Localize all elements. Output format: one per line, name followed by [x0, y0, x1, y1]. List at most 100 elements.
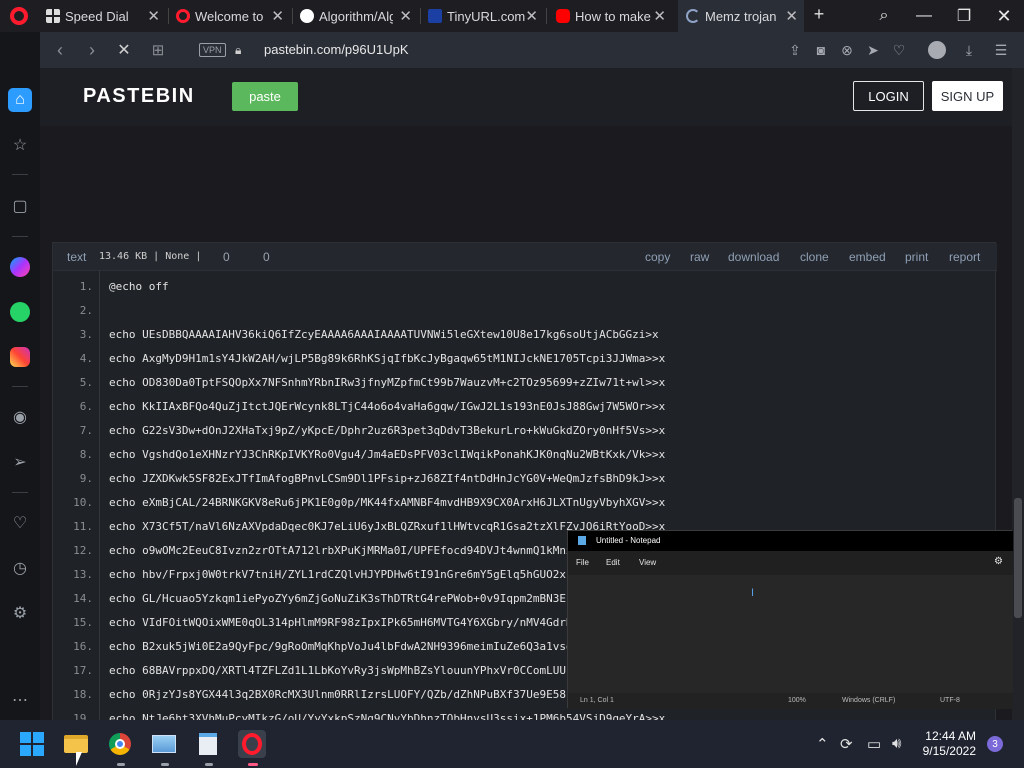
messenger-icon[interactable]: [8, 255, 32, 279]
signup-button[interactable]: SIGN UP: [932, 81, 1003, 111]
opera-taskbar-icon[interactable]: [238, 730, 266, 758]
history-icon[interactable]: ◷: [8, 556, 32, 580]
settings-icon[interactable]: ⚙: [994, 556, 1003, 567]
adblock-icon[interactable]: ⊗: [838, 41, 856, 59]
grid-icon: [46, 9, 60, 23]
report-link[interactable]: report: [949, 250, 980, 264]
heart-icon[interactable]: ♡: [890, 41, 908, 59]
send-icon[interactable]: ➤: [864, 41, 882, 59]
notepad-taskbar-icon[interactable]: [194, 730, 222, 758]
url-field[interactable]: pastebin.com/p96U1UpK: [264, 42, 409, 57]
player-icon[interactable]: ◉: [8, 405, 32, 429]
code-line: 9. echo JZXDKwk5SF82ExJTfImAfogBPnvLCSm9D…: [53, 467, 997, 491]
line-code: echo 0RjzYJs8YGX44l3q2BX0RcMX3Ulnm0RRlIz…: [109, 688, 566, 701]
camera-icon[interactable]: ◙: [812, 41, 830, 59]
paste-button[interactable]: paste: [232, 82, 298, 111]
menu-edit[interactable]: Edit: [606, 558, 620, 567]
syntax-link[interactable]: text: [67, 250, 86, 264]
tab-speed-dial[interactable]: Speed Dial ✕: [46, 0, 166, 32]
menu-view[interactable]: View: [639, 558, 656, 567]
close-icon[interactable]: ✕: [271, 7, 284, 25]
scrollbar-thumb[interactable]: [1014, 498, 1022, 618]
code-line: 7. echo G22sV3Dw+dOnJ2XHaTxj9pZ/yKpcE/Dph…: [53, 419, 997, 443]
page-scrollbar[interactable]: [1012, 68, 1024, 720]
shopping-bag-icon[interactable]: ▢: [8, 194, 32, 218]
heart-icon[interactable]: ♡: [8, 511, 32, 535]
chrome-icon[interactable]: [106, 730, 134, 758]
close-icon[interactable]: ✕: [785, 7, 798, 25]
like-count[interactable]: 0: [223, 250, 230, 264]
line-number: 14.: [73, 592, 93, 605]
volume-icon[interactable]: 🔊︎: [892, 735, 901, 752]
line-number: 19.: [73, 712, 93, 720]
back-button[interactable]: ‹: [48, 38, 72, 62]
notepad-window[interactable]: Untitled - Notepad File Edit View ⚙ I Ln…: [567, 530, 1013, 709]
notepad-text-area[interactable]: I: [568, 575, 1013, 693]
pastebin-logo[interactable]: PASTEBIN: [83, 85, 195, 108]
notepad-titlebar[interactable]: Untitled - Notepad: [568, 531, 1013, 551]
close-window-button[interactable]: ✕: [984, 0, 1024, 32]
login-button[interactable]: LOGIN: [853, 81, 924, 111]
tabs-overview-icon[interactable]: ⊞: [146, 38, 170, 62]
line-number: 16.: [73, 640, 93, 653]
browser-tab-bar: Speed Dial ✕ Welcome to Opera ✕ Algorith…: [0, 0, 1024, 32]
settings-icon[interactable]: ⚙: [8, 601, 32, 625]
line-code: echo VgshdQo1eXHNzrYJ3ChRKpIVKYRo0Vgu4/J…: [109, 448, 666, 461]
line-number: 9.: [79, 472, 93, 485]
close-icon[interactable]: ✕: [399, 7, 412, 25]
chevron-up-icon[interactable]: ⌃: [816, 735, 829, 753]
line-number: 11.: [73, 520, 93, 533]
line-code: echo NtJe6ht3XVhMuPcyMIkzG/oU/YyYxkpSzNg…: [109, 712, 666, 720]
tab-label: How to make: [575, 8, 651, 24]
line-code: echo JZXDKwk5SF82ExJTfImAfogBPnvLCSm9Dl1…: [109, 472, 666, 485]
profile-avatar[interactable]: [928, 41, 946, 59]
embed-link[interactable]: embed: [849, 250, 886, 264]
vpn-badge[interactable]: VPN: [199, 43, 226, 57]
menu-file[interactable]: File: [576, 558, 589, 567]
zoom-level: 100%: [788, 697, 806, 704]
tab-memz-trojan[interactable]: Memz trojan ✕: [678, 0, 804, 32]
more-icon[interactable]: ⋯: [8, 688, 32, 712]
windows-taskbar: ⌃ ⟳ ▭ 🔊︎ 12:44 AM 9/15/2022 3: [0, 720, 1024, 768]
whatsapp-icon[interactable]: [8, 300, 32, 324]
tab-youtube[interactable]: How to make ✕: [556, 0, 672, 32]
system-clock[interactable]: 12:44 AM 9/15/2022: [916, 729, 976, 759]
download-link[interactable]: download: [728, 250, 779, 264]
clock-time: 12:44 AM: [925, 729, 976, 743]
send-icon[interactable]: ➢: [8, 450, 32, 474]
sync-icon[interactable]: ⟳: [840, 735, 853, 753]
notification-badge[interactable]: 3: [987, 736, 1003, 752]
share-icon[interactable]: ⇪: [786, 41, 804, 59]
star-icon[interactable]: ☆: [8, 133, 32, 157]
stop-loading-button[interactable]: ✕: [112, 38, 136, 62]
print-link[interactable]: print: [905, 250, 928, 264]
close-icon[interactable]: ✕: [525, 7, 538, 25]
tab-github[interactable]: Algorithm/Algorithms ✕: [300, 0, 418, 32]
new-tab-button[interactable]: +: [808, 4, 830, 26]
menu-icon[interactable]: ☰: [992, 41, 1010, 59]
raw-link[interactable]: raw: [690, 250, 709, 264]
search-tabs-icon[interactable]: ⌕: [864, 0, 904, 32]
clone-link[interactable]: clone: [800, 250, 829, 264]
line-number: 15.: [73, 616, 93, 629]
close-icon[interactable]: ✕: [653, 7, 666, 25]
image-viewer-icon[interactable]: [150, 730, 178, 758]
copy-link[interactable]: copy: [645, 250, 670, 264]
clock-date: 9/15/2022: [922, 744, 976, 758]
dislike-count[interactable]: 0: [263, 250, 270, 264]
network-icon[interactable]: ▭: [867, 735, 881, 753]
home-icon[interactable]: ⌂: [8, 88, 32, 112]
opera-menu-icon[interactable]: [10, 7, 28, 25]
close-icon[interactable]: ✕: [147, 7, 160, 25]
windows-start-icon[interactable]: [18, 730, 46, 758]
minimize-button[interactable]: —: [904, 0, 944, 32]
instagram-icon[interactable]: [8, 345, 32, 369]
restore-button[interactable]: ❐: [944, 0, 984, 32]
tab-tinyurl[interactable]: TinyURL.com ✕: [428, 0, 544, 32]
forward-button[interactable]: ›: [80, 38, 104, 62]
line-number: 12.: [73, 544, 93, 557]
tab-welcome-opera[interactable]: Welcome to Opera ✕: [176, 0, 290, 32]
lock-icon[interactable]: 🔒︎: [235, 43, 241, 58]
line-code: echo KkIIAxBFQo4QuZjItctJQErWcynk8LTjC44…: [109, 400, 666, 413]
download-icon[interactable]: ⤓: [960, 41, 978, 59]
